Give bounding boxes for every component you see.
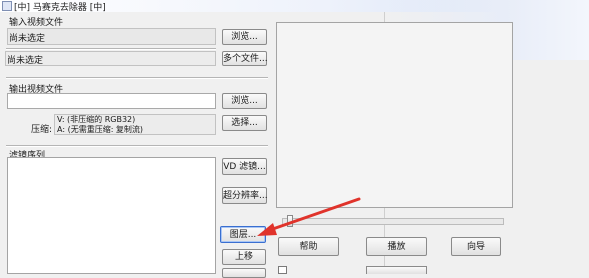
compression-choose-button[interactable]: 选择... — [222, 115, 267, 131]
input-file-field[interactable]: 尚未选定 — [7, 28, 216, 45]
play-button[interactable]: 播放 — [366, 237, 427, 256]
output-file-field[interactable] — [7, 93, 216, 109]
arrow-shaft — [265, 197, 361, 233]
move-down-button[interactable] — [222, 268, 266, 278]
bottom-button-partial[interactable] — [366, 266, 427, 274]
output-divider — [6, 77, 268, 79]
video-preview — [276, 22, 513, 208]
input-browse-button[interactable]: 浏览... — [222, 29, 267, 45]
vd-filter-button[interactable]: VD 滤镜... — [222, 158, 267, 175]
input-divider — [6, 48, 216, 50]
compression-label: 压缩: — [31, 125, 53, 135]
annotation-arrow — [257, 197, 361, 236]
multi-file-field[interactable]: 尚未选定 — [5, 51, 216, 66]
arrow-head — [257, 223, 277, 236]
video-codec-text: V: (非压缩的 RGB32) — [57, 115, 136, 124]
output-browse-button[interactable]: 浏览... — [222, 93, 267, 109]
app-icon — [2, 1, 12, 11]
filter-divider — [6, 145, 268, 147]
multi-file-value: 尚未选定 — [7, 56, 44, 66]
move-up-button[interactable]: 上移 — [222, 249, 266, 265]
compression-info-box: V: (非压缩的 RGB32) A: (无需重压缩: 复制流) — [54, 114, 216, 135]
option-checkbox[interactable] — [278, 266, 287, 274]
input-heading: 输入视频文件 — [9, 18, 64, 28]
multi-file-button[interactable]: 多个文件... — [222, 51, 268, 66]
filter-list[interactable] — [7, 157, 216, 274]
audio-codec-text: A: (无需重压缩: 复制流) — [57, 125, 144, 134]
input-file-value: 尚未选定 — [9, 34, 46, 44]
wizard-button[interactable]: 向导 — [451, 237, 501, 256]
